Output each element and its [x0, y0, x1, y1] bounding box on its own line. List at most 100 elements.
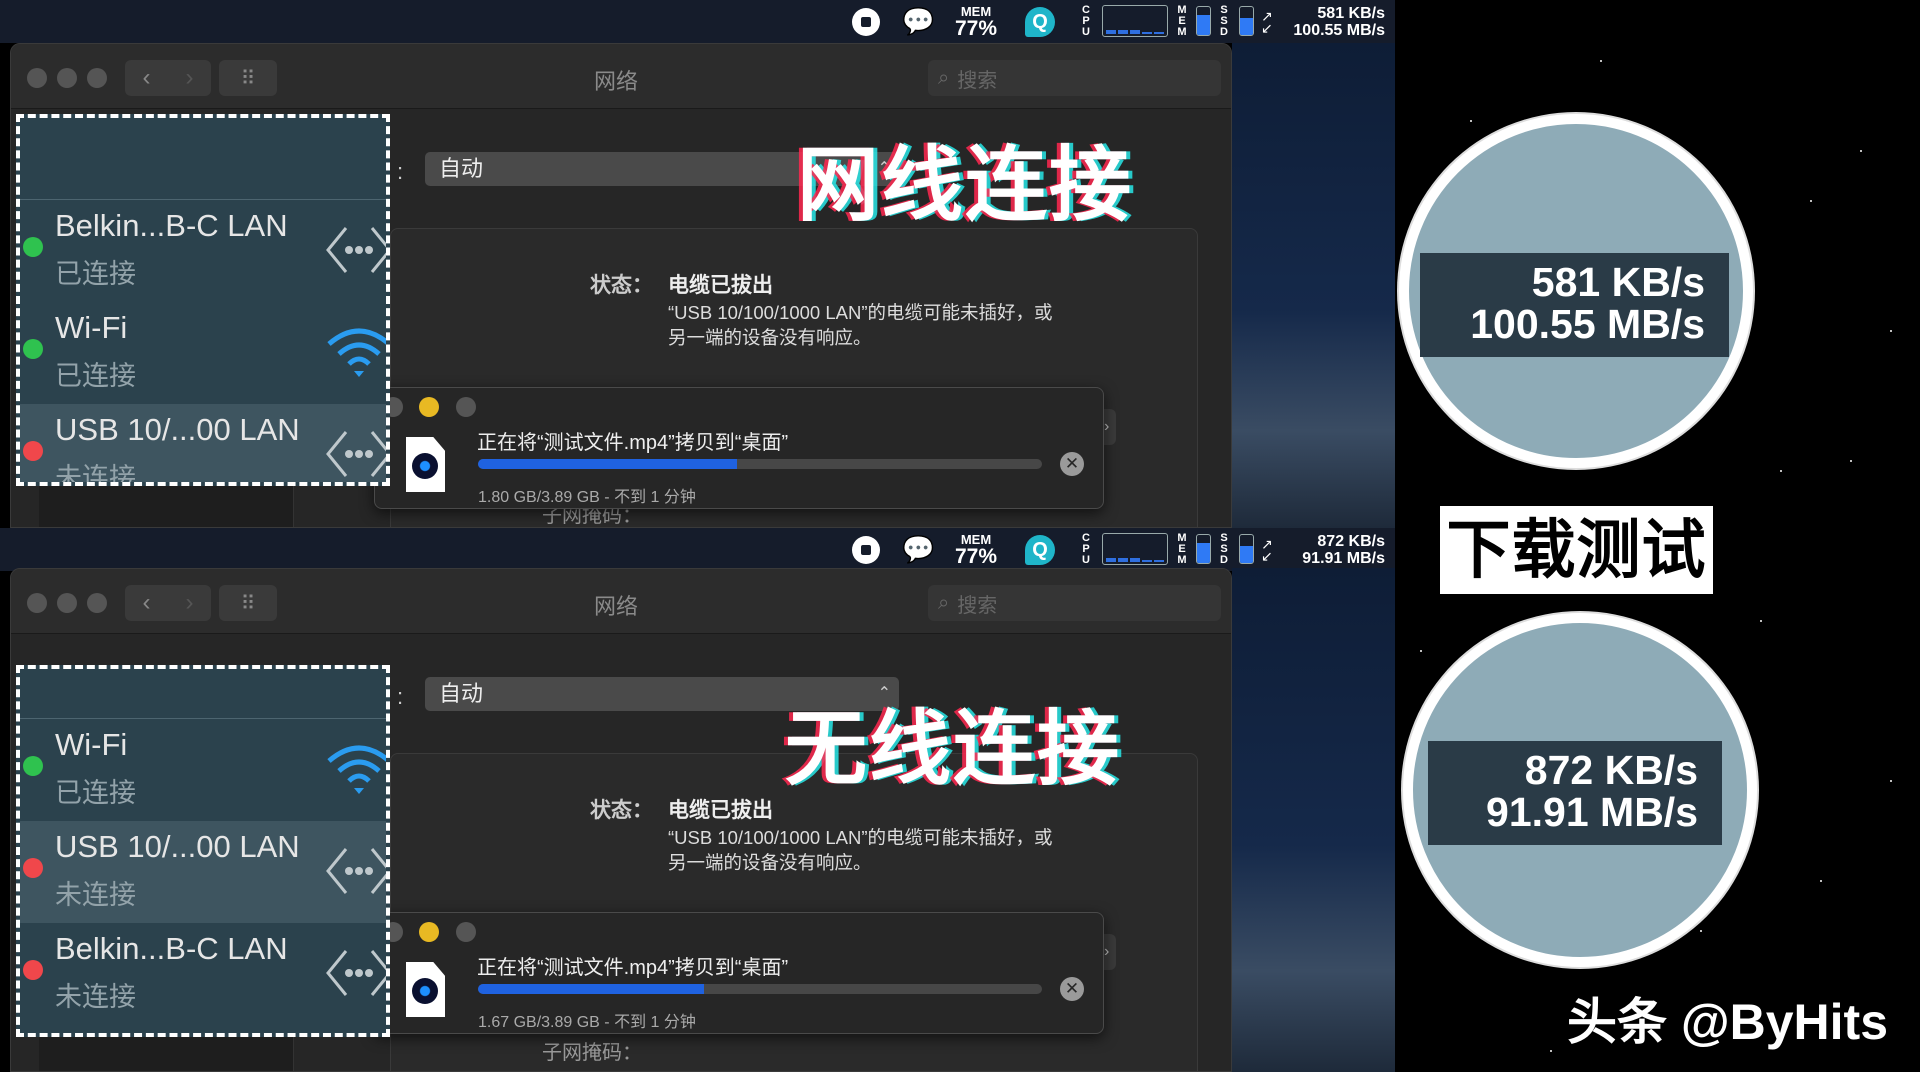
subnet-mask-label: 子网掩码：: [542, 1043, 642, 1063]
network-service-item[interactable]: Wi-Fi 已连接: [20, 302, 386, 404]
service-list-highlight: Wi-Fi 已连接 USB 10/...00 LAN 未连接 Belkin...…: [16, 665, 390, 1037]
zoom-button[interactable]: [87, 593, 107, 613]
download-speed: 100.55 MB/s: [1293, 22, 1385, 39]
nav-buttons: ‹›: [125, 585, 211, 621]
window-title: 网络: [594, 589, 638, 621]
show-all-button[interactable]: ⠿: [219, 585, 277, 621]
service-status: 未连接: [55, 975, 136, 1014]
memory-indicator[interactable]: MEM77%: [955, 0, 997, 43]
subnet-mask-label: 子网掩码：: [542, 506, 642, 526]
star: [1810, 200, 1812, 202]
service-status: 未连接: [55, 456, 136, 486]
minimize-button[interactable]: [57, 593, 77, 613]
back-button[interactable]: ‹: [143, 64, 151, 92]
copy-progress-dialog: 正在将“测试文件.mp4”拷贝到“桌面” ✕ 1.67 GB/3.89 GB -…: [374, 912, 1104, 1034]
star: [1760, 620, 1762, 622]
status-dot: [23, 441, 43, 461]
zoom-upload-speed: 581 KB/s: [1420, 261, 1705, 303]
cpu-graph[interactable]: [1102, 533, 1168, 565]
network-service-item[interactable]: USB 10/...00 LAN 未连接: [20, 821, 386, 923]
mem-vertical-label: M E M: [1176, 0, 1188, 43]
video-file-icon: [406, 962, 445, 1017]
menu-bar: 💬 MEM77% Q C P U M E M S S D ↗↙ 872 KB/s…: [0, 528, 1395, 571]
copy-progress-dialog: 正在将“测试文件.mp4”拷贝到“桌面” ✕ 1.80 GB/3.89 GB -…: [374, 387, 1104, 509]
upload-speed: 872 KB/s: [1317, 533, 1385, 550]
mem-bar[interactable]: [1196, 534, 1211, 564]
cpu-label: C P U: [1080, 0, 1092, 43]
copy-title: 正在将“测试文件.mp4”拷贝到“桌面”: [477, 426, 788, 455]
status-dot: [23, 339, 43, 359]
zoom-button[interactable]: [456, 922, 476, 942]
search-input[interactable]: ⌕搜索: [928, 60, 1221, 96]
network-preferences-window: ‹› ⠿ 网络 ⌕搜索 iPhone USB 未连接 : 自动⌃ 状态： 电缆已…: [10, 43, 1232, 528]
desktop-wallpaper: [1232, 43, 1395, 528]
forward-button[interactable]: ›: [186, 589, 194, 617]
copy-title: 正在将“测试文件.mp4”拷贝到“桌面”: [477, 951, 788, 980]
status-label: 状态：: [590, 794, 653, 824]
network-service-item[interactable]: Belkin...B-C LAN 未连接: [20, 923, 386, 1025]
watermark: 头条 @ByHits: [1567, 982, 1888, 1054]
back-button[interactable]: ‹: [143, 589, 151, 617]
ethernet-icon: [324, 945, 390, 1001]
stop-recording-icon[interactable]: [852, 0, 882, 43]
zoom-button[interactable]: [456, 397, 476, 417]
network-speed[interactable]: 872 KB/s91.91 MB/s: [1302, 528, 1385, 571]
stop-recording-icon[interactable]: [852, 528, 882, 571]
forward-button[interactable]: ›: [186, 64, 194, 92]
search-app-icon[interactable]: Q: [1025, 528, 1055, 571]
wechat-icon[interactable]: 💬: [902, 528, 934, 571]
search-icon: ⌕: [938, 592, 949, 615]
memory-indicator[interactable]: MEM77%: [955, 528, 997, 571]
mem-value: 77%: [955, 18, 997, 39]
grid-icon: ⠿: [241, 591, 256, 616]
star: [1820, 880, 1822, 882]
star: [1420, 650, 1422, 652]
search-app-icon[interactable]: Q: [1025, 0, 1055, 43]
close-button[interactable]: [27, 593, 47, 613]
speed-zoom-band: 872 KB/s 91.91 MB/s: [1428, 741, 1722, 845]
show-all-button[interactable]: ⠿: [219, 60, 277, 96]
desktop-wallpaper: [1232, 568, 1395, 1072]
location-value: 自动: [439, 681, 483, 706]
service-name: Belkin...B-C LAN: [55, 931, 288, 967]
service-status: 已连接: [55, 354, 136, 393]
zoom-button[interactable]: [87, 68, 107, 88]
wechat-icon[interactable]: 💬: [902, 0, 934, 43]
copy-progress-bar: [478, 984, 1042, 994]
star: [1850, 460, 1852, 462]
close-button[interactable]: [27, 68, 47, 88]
popup-chevron-icon[interactable]: ›: [1104, 409, 1116, 445]
nav-buttons: ‹›: [125, 60, 211, 96]
minimize-button[interactable]: [419, 922, 439, 942]
zoom-download-speed: 100.55 MB/s: [1420, 303, 1705, 345]
network-speed[interactable]: 581 KB/s100.55 MB/s: [1293, 0, 1385, 43]
mem-vertical-label: M E M: [1176, 528, 1188, 571]
service-list-header: [20, 118, 386, 200]
network-service-item[interactable]: Belkin...B-C LAN 已连接: [20, 200, 386, 302]
title-bar: ‹› ⠿ 网络 ⌕搜索: [11, 44, 1231, 109]
cpu-label: C P U: [1080, 528, 1092, 571]
zoom-upload-speed: 872 KB/s: [1428, 749, 1698, 791]
status-description: 另一端的设备没有响应。: [668, 849, 872, 875]
search-input[interactable]: ⌕ 搜索: [928, 585, 1221, 621]
popup-chevron-icon[interactable]: ›: [1104, 934, 1116, 970]
cancel-copy-button[interactable]: ✕: [1060, 452, 1084, 476]
minimize-button[interactable]: [57, 68, 77, 88]
mem-bar[interactable]: [1196, 6, 1211, 36]
ssd-bar[interactable]: [1239, 6, 1254, 36]
search-placeholder: 搜索: [957, 589, 997, 618]
wifi-icon: [324, 741, 390, 797]
zoom-download-speed: 91.91 MB/s: [1428, 791, 1698, 833]
cpu-graph[interactable]: [1102, 5, 1168, 37]
network-service-item[interactable]: Wi-Fi 已连接: [20, 719, 386, 821]
copy-progress-bar: [478, 459, 1042, 469]
minimize-button[interactable]: [419, 397, 439, 417]
ssd-bar[interactable]: [1239, 534, 1254, 564]
service-status: 已连接: [55, 771, 136, 810]
status-dot: [23, 237, 43, 257]
video-file-icon: [406, 437, 445, 492]
menu-bar: 💬 MEM77% Q C P U M E M S S D ↗↙ 581 KB/s…: [0, 0, 1395, 43]
cancel-copy-button[interactable]: ✕: [1060, 977, 1084, 1001]
network-service-item[interactable]: USB 10/...00 LAN 未连接: [20, 404, 386, 486]
copy-progress-text: 1.67 GB/3.89 GB - 不到 1 分钟: [478, 1008, 696, 1032]
